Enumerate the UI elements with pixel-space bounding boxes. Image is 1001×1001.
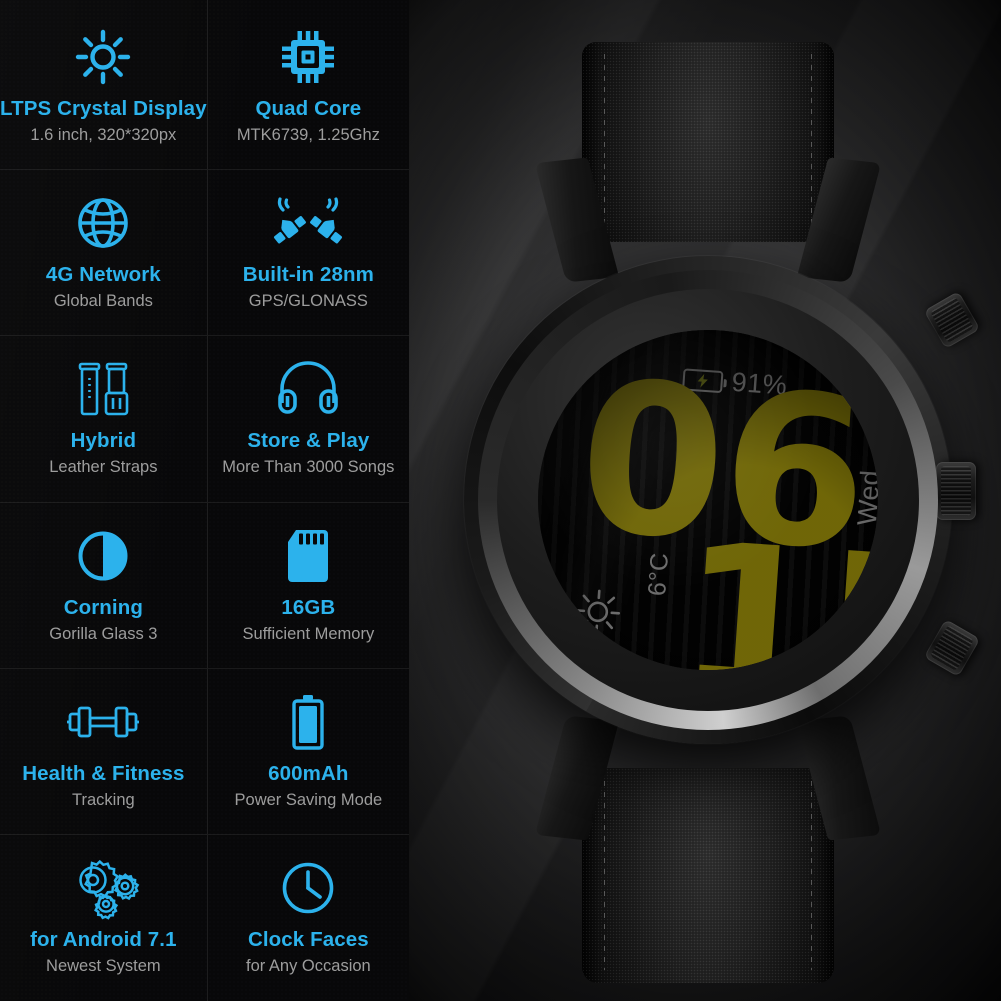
watch-crown-button-middle[interactable] xyxy=(936,462,976,520)
feature-title: Hybrid xyxy=(70,429,137,452)
feature-cell-built-in-28nm: Built-in 28nm GPS/GLONASS xyxy=(207,170,409,336)
contrast-circle-icon xyxy=(77,525,129,587)
watch-strap-bottom xyxy=(582,768,834,983)
watch-bezel-outer: 91% 06 15 Wed 24-01 xyxy=(478,270,938,730)
watch-straps-icon xyxy=(72,358,134,420)
product-infographic: 91% 06 15 Wed 24-01 xyxy=(0,0,1001,1001)
strap-stitching-right xyxy=(811,780,812,971)
smartwatch-product: 91% 06 15 Wed 24-01 xyxy=(418,0,998,1001)
watch-bezel-inner: 91% 06 15 Wed 24-01 xyxy=(497,289,919,711)
feature-cell-ltps-crystal-display: LTPS Crystal Display 1.6 inch, 320*320px xyxy=(0,0,208,170)
feature-subtitle: Sufficient Memory xyxy=(242,624,375,643)
watch-case: 91% 06 15 Wed 24-01 xyxy=(464,256,981,744)
feature-title: Store & Play xyxy=(247,429,370,452)
headphones-icon xyxy=(277,358,339,420)
feature-title: Quad Core xyxy=(255,97,362,120)
clock-icon xyxy=(281,857,335,919)
feature-cell-corning: Corning Gorilla Glass 3 xyxy=(0,503,208,669)
feature-title: 600mAh xyxy=(268,762,349,785)
feature-panel: LTPS Crystal Display 1.6 inch, 320*320px xyxy=(0,0,409,1001)
feature-title: Health & Fitness xyxy=(22,762,185,785)
feature-cell-hybrid-leather-straps: Hybrid Leather Straps xyxy=(0,336,208,503)
cpu-chip-icon xyxy=(280,26,336,88)
feature-subtitle: Power Saving Mode xyxy=(234,790,383,809)
battery-icon xyxy=(291,691,325,753)
feature-subtitle: Gorilla Glass 3 xyxy=(49,624,158,643)
feature-title: LTPS Crystal Display xyxy=(0,97,207,120)
strap-leather-grain xyxy=(582,42,834,242)
feature-subtitle: GPS/GLONASS xyxy=(248,291,368,310)
strap-stitching-left xyxy=(604,54,605,230)
feature-title: 4G Network xyxy=(45,263,161,286)
screen-shading xyxy=(538,330,878,670)
strap-stitching-left xyxy=(604,780,605,971)
feature-title: for Android 7.1 xyxy=(30,928,177,951)
feature-subtitle: More Than 3000 Songs xyxy=(222,457,395,476)
watch-crown-button-bottom[interactable] xyxy=(923,618,981,678)
feature-subtitle: Tracking xyxy=(72,790,135,809)
feature-title: Clock Faces xyxy=(247,928,369,951)
sd-card-icon xyxy=(287,525,329,587)
feature-title: Built-in 28nm xyxy=(242,263,374,286)
crown-ridge-texture xyxy=(930,624,974,672)
feature-subtitle: for Any Occasion xyxy=(245,956,371,975)
feature-title: Corning xyxy=(63,596,143,619)
feature-cell-store-and-play: Store & Play More Than 3000 Songs xyxy=(207,336,409,503)
crown-ridge-texture xyxy=(930,296,974,344)
strap-leather-grain xyxy=(582,768,834,983)
feature-subtitle: MTK6739, 1.25Ghz xyxy=(236,125,380,144)
feature-cell-16gb-memory: 16GB Sufficient Memory xyxy=(207,503,409,669)
feature-cell-health-and-fitness: Health & Fitness Tracking xyxy=(0,669,208,835)
watch-screen[interactable]: 91% 06 15 Wed 24-01 xyxy=(538,330,878,670)
watch-strap-top xyxy=(582,42,834,242)
feature-subtitle: Global Bands xyxy=(53,291,153,310)
globe-network-icon xyxy=(76,192,130,254)
feature-subtitle: Leather Straps xyxy=(49,457,158,476)
gears-icon xyxy=(70,857,140,920)
feature-cell-4g-network: 4G Network Global Bands xyxy=(0,170,208,336)
feature-title: 16GB xyxy=(281,596,336,619)
brightness-sun-icon xyxy=(75,26,131,88)
feature-grid: LTPS Crystal Display 1.6 inch, 320*320px xyxy=(0,0,409,1001)
feature-subtitle: 1.6 inch, 320*320px xyxy=(30,125,177,144)
feature-cell-android-7-1: for Android 7.1 Newest System xyxy=(0,835,208,1001)
feature-cell-600mah-battery: 600mAh Power Saving Mode xyxy=(207,669,409,835)
satellite-gps-icon xyxy=(269,192,347,254)
strap-stitching-right xyxy=(811,54,812,230)
feature-cell-quad-core: Quad Core MTK6739, 1.25Ghz xyxy=(207,0,409,170)
feature-cell-clock-faces: Clock Faces for Any Occasion xyxy=(208,835,409,1001)
crown-ridge-texture xyxy=(941,466,971,516)
watch-crown-button-top[interactable] xyxy=(923,290,981,350)
dumbbell-icon xyxy=(65,691,141,753)
feature-subtitle: Newest System xyxy=(46,956,161,975)
